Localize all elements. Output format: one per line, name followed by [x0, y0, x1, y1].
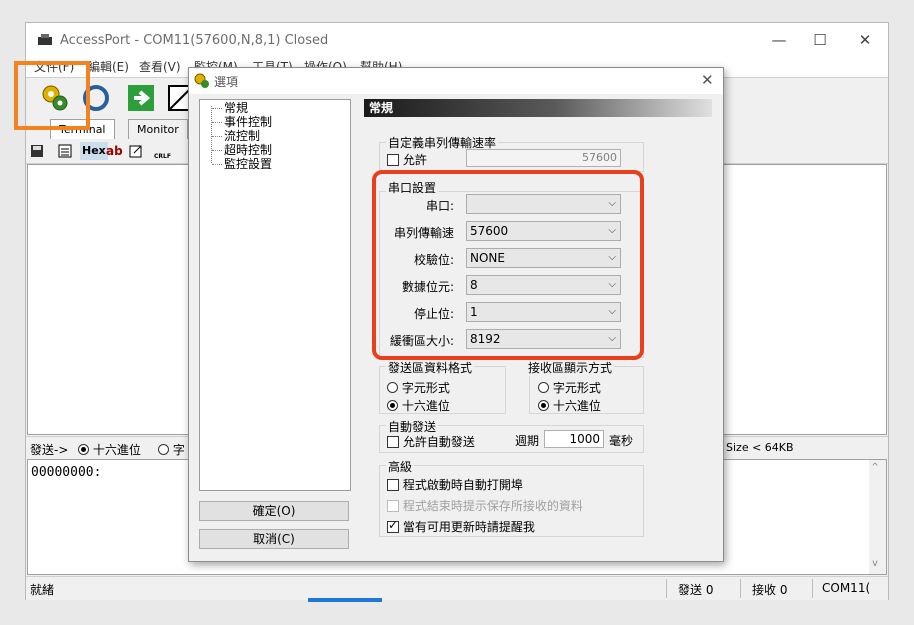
- hex-toggle[interactable]: Hex: [80, 142, 108, 160]
- highlight-box: [14, 61, 90, 130]
- radio-dot: [387, 382, 398, 393]
- tree-item-timeout-control[interactable]: 超時控制: [224, 143, 272, 157]
- checkbox-box: [387, 436, 399, 448]
- checkbox-box: [387, 479, 399, 491]
- tree-connector: [211, 106, 213, 163]
- update-reminder-checkbox[interactable]: 當有可用更新時請提醒我: [387, 518, 535, 535]
- auto-send-checkbox[interactable]: 允許自動發送: [387, 433, 475, 450]
- update-reminder-label: 當有可用更新時請提醒我: [402, 520, 535, 534]
- auto-open-label: 程式啟動時自動打開埠: [402, 478, 523, 492]
- options-icon[interactable]: [58, 144, 72, 158]
- send-format-hex-radio[interactable]: 十六進位: [387, 397, 450, 414]
- auto-open-checkbox[interactable]: 程式啟動時自動打開埠: [387, 476, 523, 493]
- app-icon: [38, 34, 52, 45]
- scrollbar[interactable]: ^ v: [869, 460, 886, 574]
- radio-dot: [538, 382, 549, 393]
- highlight-box: [372, 170, 644, 360]
- tree-item-event-control[interactable]: 事件控制: [224, 115, 272, 129]
- radio-dot: [538, 400, 549, 411]
- dialog-gear-icon: [194, 73, 209, 88]
- menu-edit[interactable]: 編輯(E): [88, 58, 129, 75]
- send-format-title: 發送區資料格式: [386, 359, 475, 376]
- status-bar: 就緒 發送 0 接收 0 COM11(: [26, 576, 888, 600]
- radio-dot: [158, 444, 169, 455]
- window-title: AccessPort - COM11(57600,N,8,1) Closed: [60, 33, 329, 48]
- dialog-close-button[interactable]: ✕: [701, 71, 714, 89]
- radio-dot: [387, 400, 398, 411]
- status-ready: 就緒: [30, 583, 55, 597]
- status-sent: 發送 0: [678, 583, 714, 597]
- title-bar[interactable]: AccessPort - COM11(57600,N,8,1) Closed —…: [26, 23, 888, 57]
- status-divider: [812, 579, 813, 598]
- custom-baud-input[interactable]: 57600: [466, 149, 621, 167]
- minimize-button[interactable]: —: [764, 29, 794, 51]
- tree-item-general[interactable]: 常規: [224, 101, 248, 115]
- options-tree[interactable]: 常規 事件控制 流控制 超時控制 監控設置: [199, 99, 351, 491]
- period-unit: 毫秒: [609, 434, 634, 448]
- send-format-text-radio[interactable]: 字元形式: [387, 379, 450, 396]
- tree-branch: [212, 108, 222, 110]
- close-button[interactable]: ✕: [850, 29, 880, 51]
- send-format-hex-label: 十六進位: [401, 399, 450, 413]
- custom-baud-allow-checkbox[interactable]: 允許: [387, 151, 427, 168]
- maximize-button[interactable]: ☐: [805, 29, 835, 51]
- tree-branch: [212, 122, 222, 124]
- taskbar-indicator: [308, 598, 382, 602]
- send-content: 00000000:: [31, 465, 102, 480]
- recv-format-hex-label: 十六進位: [552, 399, 601, 413]
- advanced-title: 高級: [386, 458, 415, 475]
- checkbox-box: [387, 500, 399, 512]
- send-hex-label: 十六進位: [92, 443, 141, 457]
- menu-view[interactable]: 查看(V): [139, 58, 181, 75]
- radio-dot: [78, 444, 89, 455]
- recv-format-text-label: 字元形式: [552, 381, 601, 395]
- scroll-up-icon[interactable]: ^: [872, 462, 878, 473]
- tree-branch: [212, 164, 222, 166]
- checkbox-box: [387, 518, 399, 533]
- save-prompt-label: 程式結束時提示保存所接收的資料: [402, 499, 583, 513]
- ok-button[interactable]: 確定(O): [199, 501, 349, 521]
- status-divider: [666, 579, 667, 598]
- recv-format-title: 接收區顯示方式: [526, 359, 615, 376]
- tab-monitor[interactable]: Monitor: [128, 119, 188, 139]
- checkbox-box: [387, 154, 399, 166]
- size-indicator: Size < 64KB: [726, 441, 794, 454]
- send-format-text-label: 字元形式: [401, 381, 450, 395]
- save-prompt-checkbox[interactable]: 程式結束時提示保存所接收的資料: [387, 497, 583, 514]
- tree-item-flow-control[interactable]: 流控制: [224, 129, 260, 143]
- send-text-radio[interactable]: 字: [158, 441, 185, 458]
- tree-branch: [212, 150, 222, 152]
- edit-icon[interactable]: [129, 144, 143, 158]
- run-arrow-icon[interactable]: [126, 83, 156, 113]
- scroll-down-icon[interactable]: v: [872, 558, 878, 569]
- send-text-label: 字: [172, 443, 185, 457]
- save-icon[interactable]: [30, 144, 44, 158]
- recv-format-text-radio[interactable]: 字元形式: [538, 379, 601, 396]
- section-header: 常規: [364, 99, 712, 117]
- period-input[interactable]: 1000: [544, 430, 604, 448]
- dialog-title-bar[interactable]: 選項 ✕: [189, 68, 723, 94]
- dialog-title: 選項: [214, 75, 239, 89]
- ab-toggle[interactable]: ab: [106, 142, 123, 160]
- status-received: 接收 0: [752, 583, 788, 597]
- send-label: 發送->: [30, 443, 69, 457]
- custom-baud-allow-label: 允許: [402, 153, 427, 167]
- cancel-button[interactable]: 取消(C): [199, 529, 349, 549]
- recv-format-hex-radio[interactable]: 十六進位: [538, 397, 601, 414]
- tree-item-monitor-settings[interactable]: 監控設置: [224, 157, 272, 171]
- send-hex-radio[interactable]: 十六進位: [78, 441, 141, 458]
- period-label: 週期: [515, 434, 540, 448]
- status-divider: [740, 579, 741, 598]
- status-port: COM11(: [822, 581, 871, 595]
- tree-branch: [212, 136, 222, 138]
- auto-send-label: 允許自動發送: [402, 435, 475, 449]
